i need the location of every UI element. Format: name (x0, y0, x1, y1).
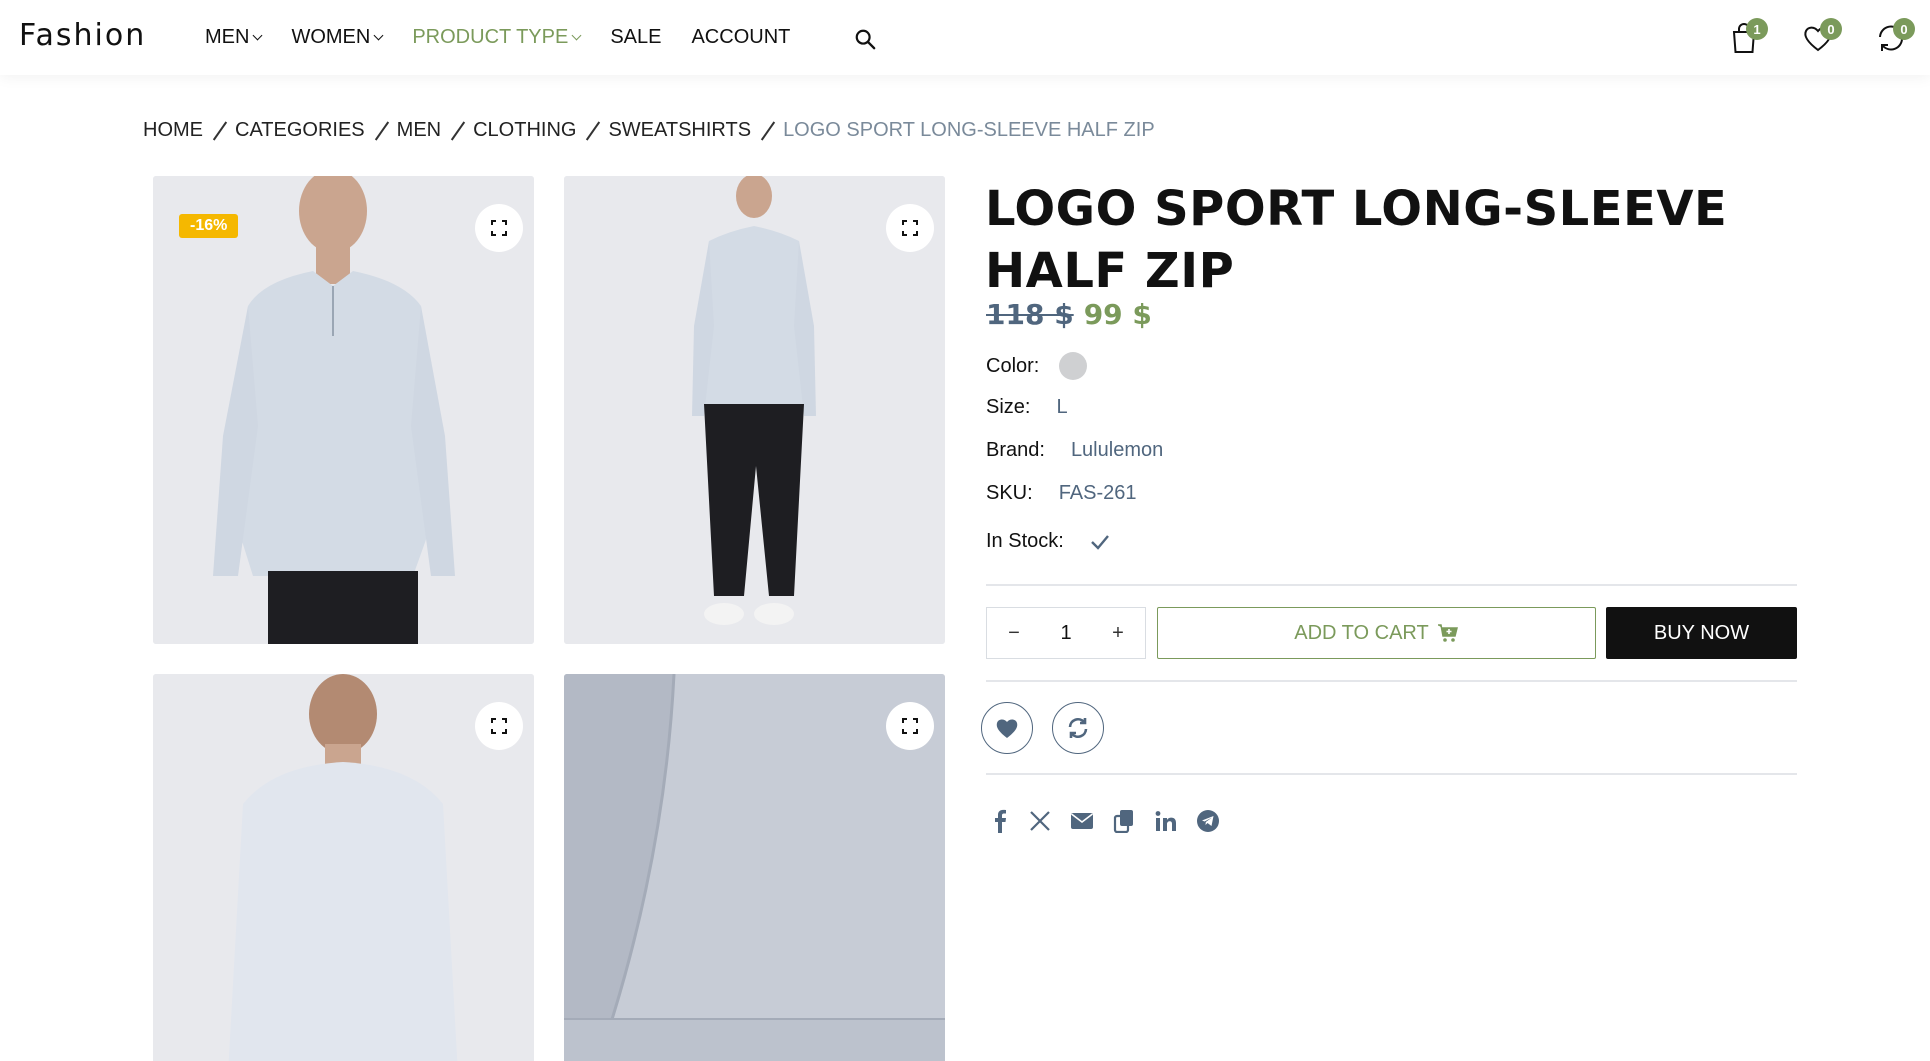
sku-value: FAS-261 (1058, 482, 1137, 504)
breadcrumb-clothing[interactable]: CLOTHING (473, 119, 576, 142)
cart-count-badge: 1 (1746, 18, 1768, 40)
compare-count-badge: 0 (1893, 18, 1915, 40)
breadcrumb-separator (760, 120, 776, 141)
chevron-down-icon (253, 30, 263, 41)
heart-icon (996, 719, 1018, 738)
breadcrumb-separator (450, 120, 466, 141)
quantity-decrease-button[interactable]: − (1007, 622, 1021, 645)
expand-image-button[interactable] (475, 702, 523, 750)
telegram-icon[interactable] (1195, 808, 1221, 834)
model-full-body-illustration (564, 176, 945, 644)
breadcrumb-men[interactable]: MEN (397, 119, 441, 142)
x-icon[interactable] (1027, 808, 1053, 834)
expand-icon (491, 718, 507, 734)
search-icon[interactable] (854, 28, 876, 50)
expand-icon (902, 718, 918, 734)
nav-women-label: WOMEN (291, 26, 371, 48)
quantity-increase-button[interactable]: + (1111, 622, 1125, 645)
add-to-cart-label: ADD TO CART (1294, 621, 1429, 644)
buy-now-label: BUY NOW (1653, 621, 1750, 644)
nav-men-label: MEN (205, 26, 250, 48)
nav-sale-label: SALE (610, 26, 662, 48)
compare-button[interactable]: 0 (1873, 18, 1915, 56)
color-row: Color: (986, 352, 1088, 380)
quantity-value[interactable]: 1 (1060, 622, 1071, 645)
brand-row: Brand: Lululemon (986, 439, 1163, 462)
discount-badge: -16% (179, 214, 239, 238)
add-to-wishlist-button[interactable] (981, 702, 1033, 754)
nav-product-type[interactable]: PRODUCT TYPE (412, 26, 582, 49)
product-title: LOGO SPORT LONG-SLEEVE HALF ZIP (985, 181, 1728, 299)
breadcrumb-current: LOGO SPORT LONG-SLEEVE HALF ZIP (783, 119, 1155, 141)
product-image-fabric-detail[interactable] (564, 674, 945, 1061)
quantity-stepper: − 1 + (986, 607, 1146, 659)
breadcrumb-separator (586, 120, 601, 141)
sale-price: 99 $ (1083, 298, 1152, 331)
chevron-down-icon (373, 30, 384, 41)
add-to-compare-button[interactable] (1052, 702, 1104, 754)
sku-row: SKU: FAS-261 (986, 482, 1137, 505)
email-icon[interactable] (1069, 808, 1095, 834)
expand-image-button[interactable] (886, 204, 934, 252)
wishlist-button[interactable]: 0 (1800, 18, 1842, 56)
brand-value[interactable]: Lululemon (1071, 439, 1163, 462)
main-nav: MEN WOMEN PRODUCT TYPE SALE ACCOUNT (205, 26, 820, 49)
breadcrumb-categories[interactable]: CATEGORIES (235, 119, 365, 142)
old-price: 118 $ (986, 298, 1074, 331)
stock-label: In Stock: (986, 530, 1064, 552)
linkedin-icon[interactable] (1153, 808, 1179, 834)
divider (986, 773, 1797, 775)
expand-image-button[interactable] (475, 204, 523, 252)
product-image-back[interactable] (153, 674, 534, 1061)
price-row: 118 $ 99 $ (986, 298, 1152, 331)
color-label: Color: (986, 354, 1040, 377)
brand-label: Brand: (986, 439, 1045, 461)
chevron-down-icon (571, 30, 582, 41)
copy-icon[interactable] (1111, 808, 1137, 834)
wishlist-count-badge: 0 (1820, 18, 1842, 40)
add-to-cart-button[interactable]: ADD TO CART (1157, 607, 1596, 659)
check-icon (1090, 534, 1109, 550)
model-front-illustration (153, 176, 534, 644)
breadcrumb-separator (374, 120, 389, 141)
stock-row: In Stock: (986, 530, 1110, 553)
breadcrumb-home[interactable]: HOME (143, 119, 203, 142)
divider (986, 680, 1797, 682)
divider (986, 584, 1797, 586)
product-image-full-body[interactable] (564, 176, 945, 644)
nav-account-label: ACCOUNT (691, 26, 791, 48)
site-header: Fashion MEN WOMEN PRODUCT TYPE SALE ACCO… (0, 0, 1930, 75)
expand-icon (902, 220, 918, 236)
cart-button[interactable]: 1 (1726, 18, 1768, 56)
expand-icon (491, 220, 507, 236)
nav-women[interactable]: WOMEN (291, 26, 384, 49)
cart-plus-icon (1437, 624, 1458, 642)
nav-men[interactable]: MEN (205, 26, 263, 49)
refresh-icon (1068, 718, 1088, 738)
nav-sale[interactable]: SALE (610, 26, 661, 49)
color-swatch[interactable] (1059, 352, 1088, 380)
nav-account[interactable]: ACCOUNT (691, 26, 790, 49)
facebook-icon[interactable] (987, 808, 1013, 834)
breadcrumb: HOME CATEGORIES MEN CLOTHING SWEATSHIRTS… (143, 119, 1155, 142)
buy-now-button[interactable]: BUY NOW (1606, 607, 1797, 659)
expand-image-button[interactable] (886, 702, 934, 750)
size-row: Size: L (986, 396, 1068, 419)
product-image-front[interactable]: -16% (153, 176, 534, 644)
sku-label: SKU: (986, 482, 1033, 504)
breadcrumb-sweatshirts[interactable]: SWEATSHIRTS (608, 119, 751, 142)
size-value: L (1056, 396, 1068, 418)
site-logo[interactable]: Fashion (19, 18, 146, 53)
breadcrumb-separator (212, 120, 228, 141)
nav-product-type-label: PRODUCT TYPE (412, 26, 569, 48)
size-label: Size: (986, 396, 1031, 418)
